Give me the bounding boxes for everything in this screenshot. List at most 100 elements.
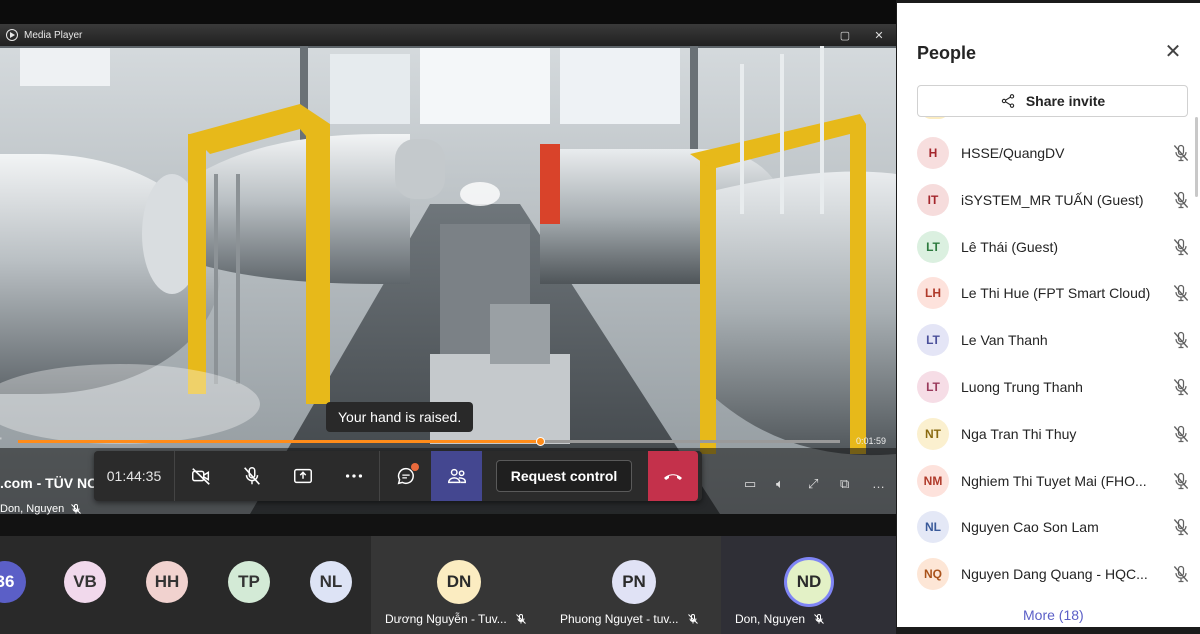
participant-name: Lê Thái (Guest)	[961, 238, 1059, 255]
gallery-avatar[interactable]: VB	[64, 561, 106, 603]
avatar-initials: TP	[238, 572, 260, 591]
participant-row[interactable]: NL Nguyen Cao Son Lam	[917, 510, 1193, 544]
mic-off-icon	[71, 503, 82, 514]
video-progress-fill	[18, 440, 540, 443]
participant-row[interactable]: LT Le Van Thanh	[917, 323, 1193, 357]
people-icon	[447, 468, 466, 484]
participant-row[interactable]: NQ Nguyen Dang Quang - HQC...	[917, 557, 1193, 591]
player-more-icon[interactable]: …	[872, 476, 885, 491]
media-player-icon	[6, 29, 18, 41]
presenter-label: Don, Nguyen	[0, 503, 82, 515]
avatar-initials: PN	[622, 572, 646, 591]
media-player-titlebar: Media Player ▢ ✕	[0, 24, 896, 46]
request-control-button[interactable]: Request control	[496, 460, 632, 492]
participant-avatar: H	[917, 137, 949, 169]
tile-name-label: Dương Nguyễn - Tuv...	[385, 612, 536, 626]
leave-call-button[interactable]	[648, 451, 698, 501]
participant-avatar: IT	[917, 183, 949, 216]
participant-avatar: NT	[917, 417, 949, 450]
close-icon[interactable]: ✕	[1163, 42, 1183, 63]
mic-off-icon	[1173, 566, 1189, 583]
avatar-initials: NL	[925, 520, 941, 535]
participant-row[interactable]: LT Lê Thái (Guest)	[917, 230, 1193, 264]
hand-raised-toast: Your hand is raised.	[326, 402, 474, 432]
hang-up-icon	[664, 474, 682, 480]
close-icon[interactable]: ✕	[862, 29, 896, 42]
participant-row[interactable]: NT Nga Tran Thi Thuy	[917, 417, 1193, 451]
participant-name: Nguyen Cao Son Lam	[961, 519, 1099, 536]
mic-off-icon	[687, 613, 698, 624]
avatar-initials: LH	[925, 286, 941, 301]
avatar-initials: DN	[446, 572, 472, 591]
tile-avatar: DN	[437, 560, 481, 604]
avatar-initials: LT	[926, 333, 940, 348]
mini-player-icon[interactable]: ⧉	[840, 476, 849, 492]
participant-gallery: 36 VB HH TP NL DN Dương Nguyễn - Tuv... …	[0, 536, 896, 634]
mic-off-icon	[1173, 519, 1189, 536]
participant-name: HSSE/QuangDV	[961, 145, 1065, 161]
avatar-initials: VB	[73, 572, 97, 591]
mic-off-icon	[1173, 472, 1189, 489]
participant-avatar: NM	[917, 464, 949, 497]
meeting-timer: 01:44:35	[106, 468, 162, 484]
gallery-avatar[interactable]: 36	[0, 561, 26, 603]
mic-off-icon	[1173, 191, 1189, 208]
avatar-initials: LT	[926, 380, 940, 394]
tile-name: Don, Nguyen	[735, 612, 806, 626]
gallery-avatar[interactable]: HH	[146, 561, 188, 603]
share-tray-icon	[293, 468, 312, 484]
participant-avatar: LH	[917, 277, 949, 310]
stage-title: .com - TÜV NC	[0, 475, 98, 491]
participant-avatar: LT	[917, 230, 949, 263]
participant-avatar: LT	[917, 324, 949, 357]
participant-row[interactable]: LT Luong Trung Thanh	[917, 370, 1193, 404]
participant-tile-self[interactable]: ND Don, Nguyen	[721, 536, 896, 634]
people-panel: People ✕ Share invite H HSSE/QuangDV IT iSY…	[897, 3, 1200, 627]
time-elapsed-mark: '	[0, 436, 2, 446]
participant-row[interactable]: IT iSYSTEM_MR TUẤN (Guest)	[917, 183, 1193, 217]
participant-avatar: NL	[917, 511, 949, 544]
fullscreen-icon[interactable]: ⤢	[808, 476, 818, 492]
mic-off-icon	[1173, 144, 1189, 162]
avatar-initials: LT	[926, 239, 940, 254]
people-button[interactable]	[431, 451, 482, 501]
share-content-button[interactable]	[277, 451, 328, 501]
more-icon	[345, 474, 362, 478]
more-participants-link[interactable]: More (18)	[1023, 607, 1084, 623]
tile-name: Dương Nguyễn - Tuv...	[385, 612, 507, 626]
top-strip	[0, 0, 896, 24]
people-panel-title: People	[917, 43, 977, 63]
participant-tile[interactable]: DN Dương Nguyễn - Tuv...	[371, 536, 546, 634]
people-scrollbar[interactable]	[1195, 117, 1198, 197]
participant-row[interactable]: NM Nghiem Thi Tuyet Mai (FHO...	[917, 464, 1193, 498]
participant-name: Le Thi Hue (FPT Smart Cloud)	[961, 285, 1151, 302]
tile-avatar: ND	[787, 560, 831, 604]
tile-name-label: Don, Nguyen	[735, 612, 886, 626]
gallery-avatar[interactable]: TP	[228, 561, 270, 603]
video-progress-bar[interactable]	[18, 437, 840, 446]
tile-name-label: Phuong Nguyet - tuv...	[560, 612, 711, 626]
mic-toggle-button[interactable]	[226, 451, 277, 501]
video-progress-handle[interactable]	[535, 437, 545, 446]
more-actions-button[interactable]	[328, 451, 379, 501]
mic-off-icon	[1173, 378, 1189, 396]
avatar-initials: 36	[0, 572, 15, 591]
subtitle-icon[interactable]: ▭	[744, 476, 756, 492]
gallery-avatar[interactable]: NL	[310, 561, 352, 603]
mic-off-icon	[1173, 332, 1189, 349]
camera-toggle-button[interactable]	[175, 451, 226, 501]
share-invite-label: Share invite	[1025, 93, 1106, 109]
participant-tile[interactable]: PN Phuong Nguyet - tuv...	[546, 536, 721, 634]
minimize-icon[interactable]: ▢	[828, 29, 862, 42]
participant-name: Nghiem Thi Tuyet Mai (FHO...	[961, 472, 1147, 489]
participant-row[interactable]: H HSSE/QuangDV	[917, 136, 1193, 170]
avatar-initials: H	[928, 146, 938, 160]
share-invite-button[interactable]: Share invite	[917, 85, 1188, 117]
participant-avatar: LT	[917, 371, 949, 403]
avatar-initials: NM	[923, 473, 943, 488]
avatar-initials: IT	[927, 192, 939, 207]
volume-icon[interactable]: 🔈︎	[776, 476, 784, 492]
participant-row[interactable]: LH Le Thi Hue (FPT Smart Cloud)	[917, 276, 1193, 310]
chat-button[interactable]	[380, 451, 431, 501]
avatar-initials: ND	[796, 572, 822, 591]
